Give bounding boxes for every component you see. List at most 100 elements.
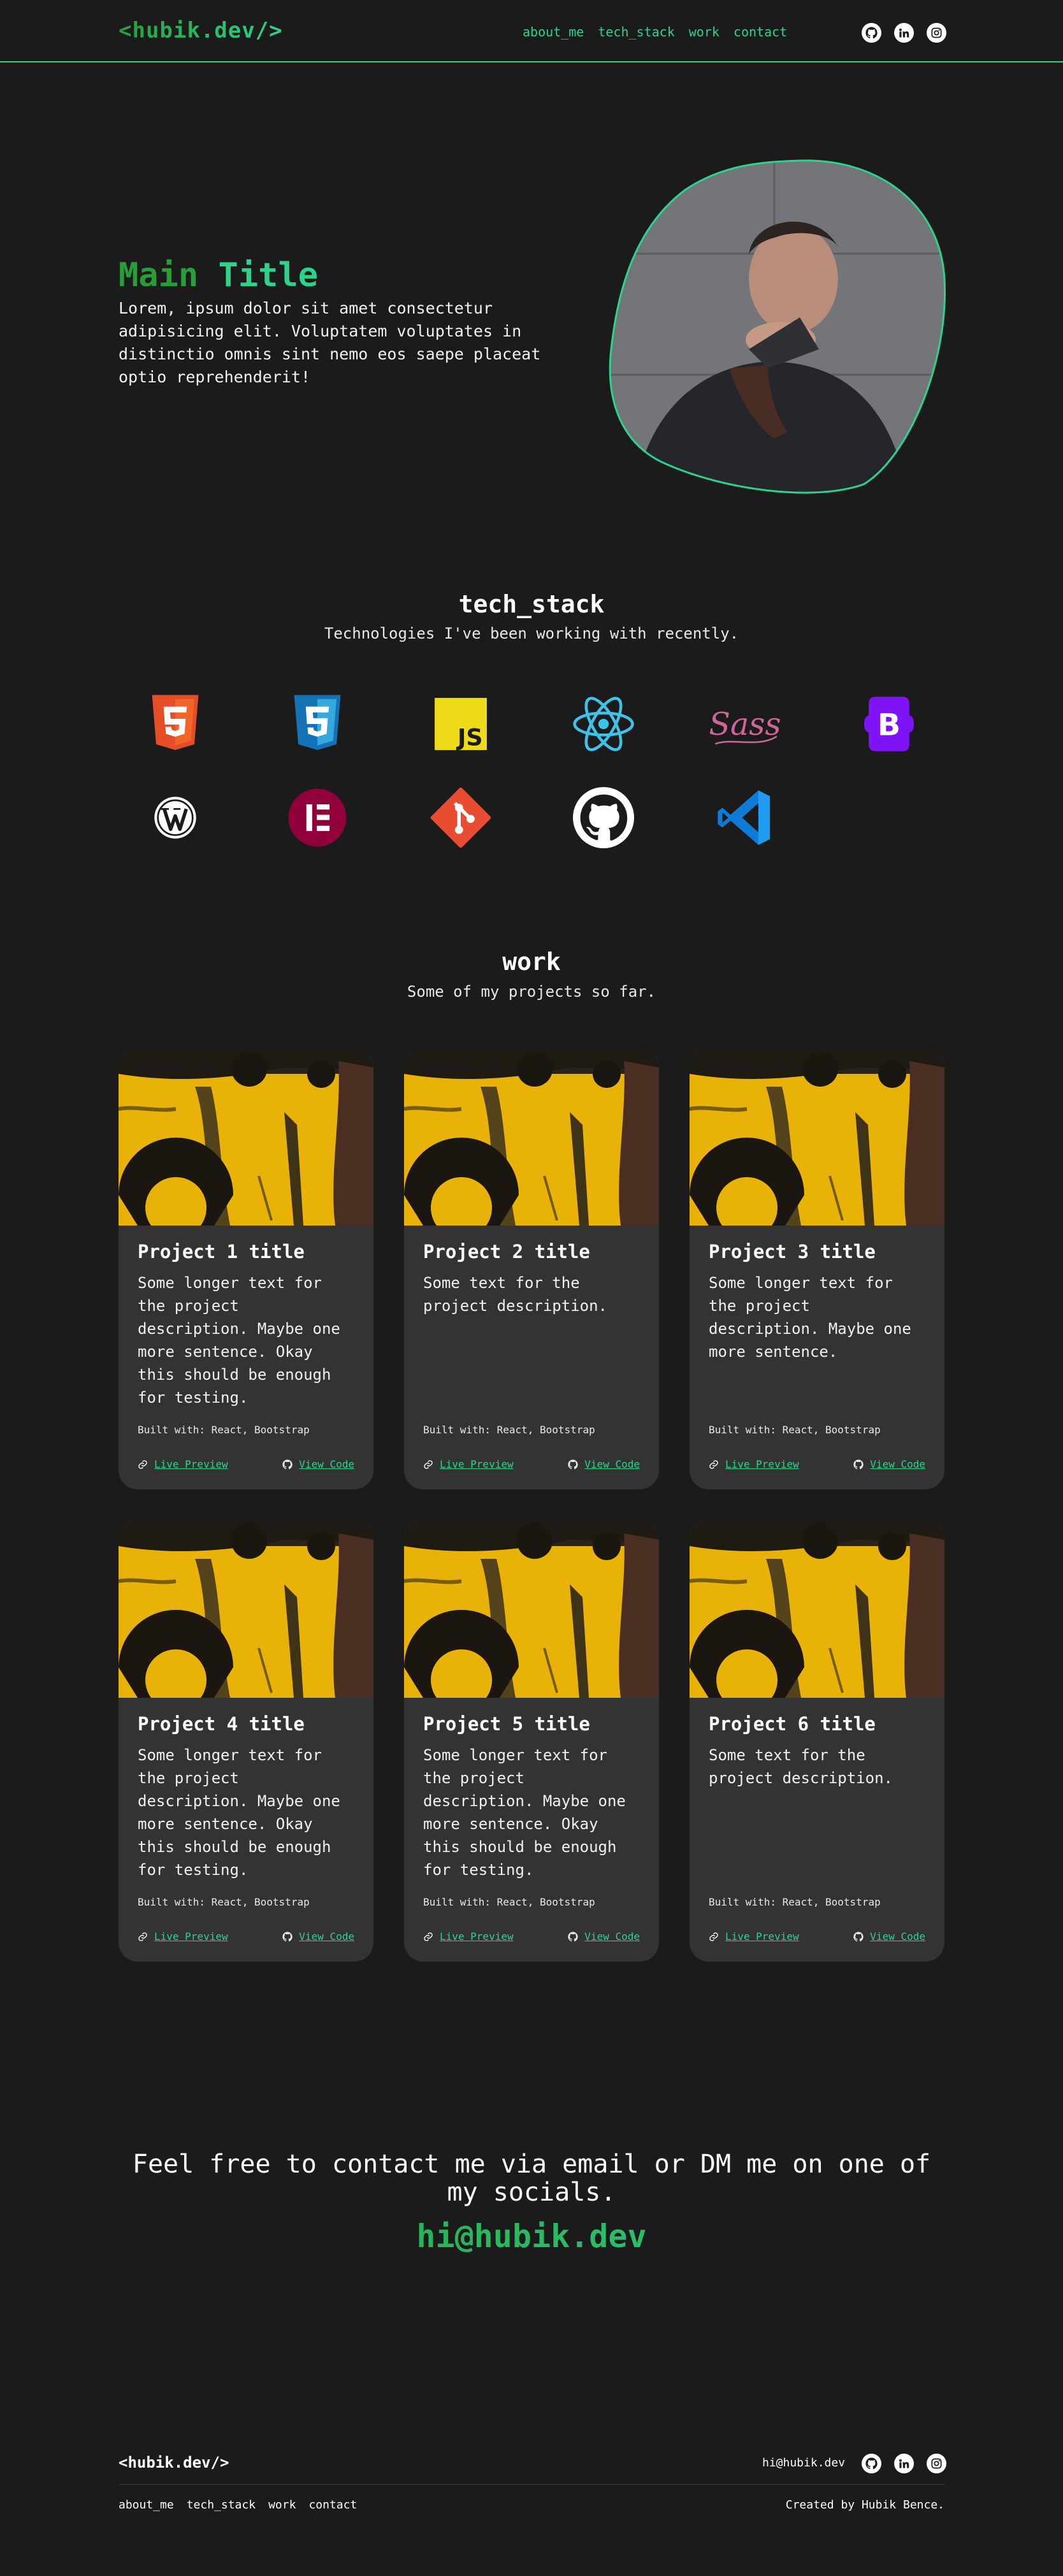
project-card: Project 3 title Some longer text for the…	[690, 1048, 944, 1489]
sass-icon-label: Sass	[710, 706, 780, 742]
nav-tech-stack[interactable]: tech_stack	[598, 24, 674, 40]
contact-email-link[interactable]: hi@hubik.dev	[0, 2218, 1063, 2255]
footer-nav-contact[interactable]: contact	[308, 2498, 357, 2512]
nav-contact[interactable]: contact	[734, 24, 787, 40]
live-preview-link[interactable]: Live Preview	[423, 1458, 514, 1470]
view-code-link[interactable]: View Code	[568, 1458, 640, 1470]
javascript-icon: JS	[419, 689, 502, 759]
project-description: Some longer text for the project descrip…	[138, 1274, 340, 1407]
html5-icon	[134, 689, 217, 759]
view-code-label[interactable]: View Code	[870, 1458, 925, 1470]
footer-nav: about_me tech_stack work contact	[119, 2498, 357, 2512]
view-code-link[interactable]: View Code	[282, 1458, 354, 1470]
instagram-icon[interactable]	[927, 2454, 946, 2473]
linkedin-icon[interactable]	[894, 2454, 914, 2473]
site-logo[interactable]: <hubik.dev/>	[119, 18, 283, 43]
project-built-with: Built with: React, Bootstrap	[138, 1896, 310, 1908]
project-description: Some longer text for the project descrip…	[138, 1746, 340, 1879]
github-icon	[853, 1459, 864, 1470]
live-preview-label[interactable]: Live Preview	[440, 1930, 514, 1943]
project-image	[690, 1521, 944, 1698]
github-icon	[282, 1459, 293, 1470]
live-preview-label[interactable]: Live Preview	[440, 1458, 514, 1470]
hero-title-word-1: Main	[119, 256, 199, 294]
link-icon	[423, 1459, 433, 1470]
bootstrap-icon: B	[848, 689, 930, 759]
view-code-label[interactable]: View Code	[299, 1930, 354, 1943]
footer-logo[interactable]: <hubik.dev/>	[119, 2454, 229, 2471]
github-icon	[853, 1932, 864, 1942]
bootstrap-icon-label: B	[878, 707, 900, 742]
project-description: Some longer text for the project descrip…	[709, 1274, 911, 1361]
live-preview-link[interactable]: Live Preview	[423, 1930, 514, 1943]
header-social-links	[862, 23, 946, 43]
footer-nav-work[interactable]: work	[268, 2498, 296, 2512]
linkedin-icon[interactable]	[894, 23, 914, 43]
live-preview-link[interactable]: Live Preview	[138, 1458, 228, 1470]
github-icon	[568, 1932, 578, 1942]
project-title: Project 6 title	[709, 1713, 876, 1735]
live-preview-label[interactable]: Live Preview	[725, 1930, 799, 1943]
link-icon	[138, 1459, 148, 1470]
project-card: Project 4 title Some longer text for the…	[119, 1521, 373, 1962]
project-card: Project 6 title Some text for the projec…	[690, 1521, 944, 1962]
github-icon	[568, 1459, 578, 1470]
project-built-with: Built with: React, Bootstrap	[709, 1896, 881, 1908]
project-description: Some text for the project description.	[423, 1274, 607, 1315]
github-icon[interactable]	[862, 23, 881, 43]
project-card: Project 1 title Some longer text for the…	[119, 1048, 373, 1489]
view-code-link[interactable]: View Code	[282, 1930, 354, 1943]
footer-email[interactable]: hi@hubik.dev	[762, 2456, 845, 2470]
live-preview-link[interactable]: Live Preview	[138, 1930, 228, 1943]
view-code-label[interactable]: View Code	[870, 1930, 925, 1943]
view-code-label[interactable]: View Code	[584, 1930, 640, 1943]
project-image	[404, 1521, 659, 1698]
live-preview-label[interactable]: Live Preview	[154, 1930, 228, 1943]
project-built-with: Built with: React, Bootstrap	[138, 1424, 310, 1436]
view-code-label[interactable]: View Code	[584, 1458, 640, 1470]
github-icon[interactable]	[862, 2454, 881, 2473]
project-built-with: Built with: React, Bootstrap	[423, 1896, 595, 1908]
project-built-with: Built with: React, Bootstrap	[709, 1424, 881, 1436]
hero-title: Main Title	[119, 256, 318, 294]
live-preview-label[interactable]: Live Preview	[154, 1458, 228, 1470]
github-icon	[282, 1932, 293, 1942]
project-title: Project 5 title	[423, 1713, 590, 1735]
link-icon	[709, 1932, 719, 1942]
nav-about-me[interactable]: about_me	[523, 24, 584, 40]
project-description: Some text for the project description.	[709, 1746, 893, 1787]
instagram-icon[interactable]	[927, 23, 946, 43]
project-built-with: Built with: React, Bootstrap	[423, 1424, 595, 1436]
css3-icon	[276, 689, 359, 759]
footer-credit: Created by Hubik Bence.	[785, 2498, 944, 2512]
project-image	[404, 1048, 659, 1226]
link-icon	[423, 1932, 433, 1942]
project-title: Project 4 title	[138, 1713, 305, 1735]
live-preview-link[interactable]: Live Preview	[709, 1458, 799, 1470]
project-image	[119, 1521, 373, 1698]
footer-divider	[119, 2484, 944, 2485]
project-title: Project 3 title	[709, 1241, 876, 1263]
tech-stack-title: tech_stack	[458, 590, 605, 618]
footer-social-links	[862, 2454, 946, 2473]
work-title: work	[502, 948, 561, 976]
live-preview-label[interactable]: Live Preview	[725, 1458, 799, 1470]
nav-work[interactable]: work	[689, 24, 720, 40]
footer-nav-about-me[interactable]: about_me	[119, 2498, 174, 2512]
footer-nav-tech-stack[interactable]: tech_stack	[187, 2498, 256, 2512]
view-code-link[interactable]: View Code	[568, 1930, 640, 1943]
wordpress-icon	[134, 783, 217, 853]
link-icon	[138, 1932, 148, 1942]
view-code-label[interactable]: View Code	[299, 1458, 354, 1470]
view-code-link[interactable]: View Code	[853, 1930, 925, 1943]
live-preview-link[interactable]: Live Preview	[709, 1930, 799, 1943]
project-card: Project 5 title Some longer text for the…	[404, 1521, 659, 1962]
project-title: Project 2 title	[423, 1241, 590, 1263]
view-code-link[interactable]: View Code	[853, 1458, 925, 1470]
javascript-icon-label: JS	[456, 724, 483, 751]
vscode-icon	[704, 783, 786, 853]
project-image	[119, 1048, 373, 1226]
hero-text: Lorem, ipsum dolor sit amet consectetur …	[119, 299, 541, 386]
work-subtitle: Some of my projects so far.	[407, 983, 656, 1001]
project-image	[690, 1048, 944, 1226]
